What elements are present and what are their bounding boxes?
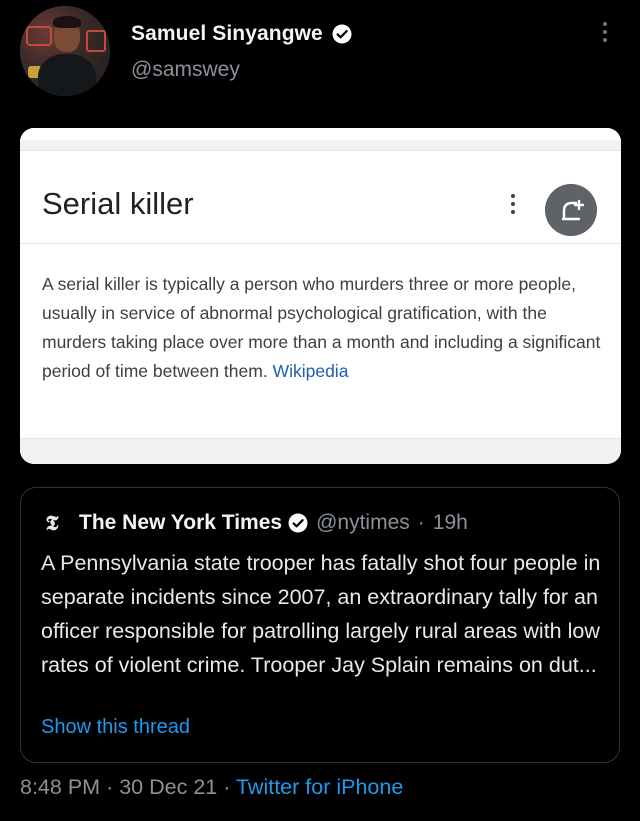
author-display-name[interactable]: Samuel Sinyangwe <box>131 22 323 46</box>
quoted-tweet-time[interactable]: 19h <box>433 511 468 535</box>
author-name-row[interactable]: Samuel Sinyangwe <box>131 20 352 48</box>
tweet-footer: 8:48 PM · 30 Dec 21 · Twitter for iPhone <box>20 775 403 800</box>
nyt-logo-icon: 𝕿 <box>45 510 59 535</box>
divider <box>20 243 621 244</box>
wikipedia-link: Wikipedia <box>272 361 349 381</box>
author-handle[interactable]: @samswey <box>131 58 240 82</box>
image-top-band-shade <box>20 140 621 150</box>
show-thread-link[interactable]: Show this thread <box>41 716 190 739</box>
avatar[interactable] <box>20 6 110 96</box>
tweet-date[interactable]: 30 Dec 21 <box>119 775 217 799</box>
quoted-tweet[interactable]: 𝕿 The New York Times @nytimes · 19h A Pe… <box>20 487 620 763</box>
image-bottom-band <box>20 438 621 464</box>
embedded-image[interactable]: Serial killer A serial killer is typical… <box>20 128 621 464</box>
more-options-icon[interactable] <box>600 22 610 46</box>
quoted-author-name[interactable]: The New York Times <box>79 511 282 535</box>
avatar-sign-shape <box>26 26 52 46</box>
meta-separator: · <box>417 511 425 534</box>
avatar-hair-shape <box>53 16 81 28</box>
footer-separator: · <box>106 775 114 799</box>
quoted-tweet-text: A Pennsylvania state trooper has fatally… <box>41 551 601 677</box>
knowledge-panel-description: A serial killer is typically a person wh… <box>42 270 602 386</box>
verified-badge-icon <box>288 513 308 533</box>
footer-separator: · <box>223 775 231 799</box>
tweet-header: Samuel Sinyangwe @samswey <box>0 0 640 110</box>
tweet-source-link[interactable]: Twitter for iPhone <box>236 775 403 799</box>
avatar-body-shape <box>38 54 96 96</box>
avatar-sign-shape <box>86 30 106 52</box>
quoted-author-handle[interactable]: @nytimes <box>316 511 410 535</box>
share-icon <box>545 184 597 236</box>
tweet-time[interactable]: 8:48 PM <box>20 775 100 799</box>
knowledge-panel-title: Serial killer <box>42 186 194 221</box>
verified-badge-icon <box>332 24 352 44</box>
more-vert-icon <box>510 194 516 216</box>
quoted-tweet-header: 𝕿 The New York Times @nytimes · 19h <box>41 510 468 536</box>
